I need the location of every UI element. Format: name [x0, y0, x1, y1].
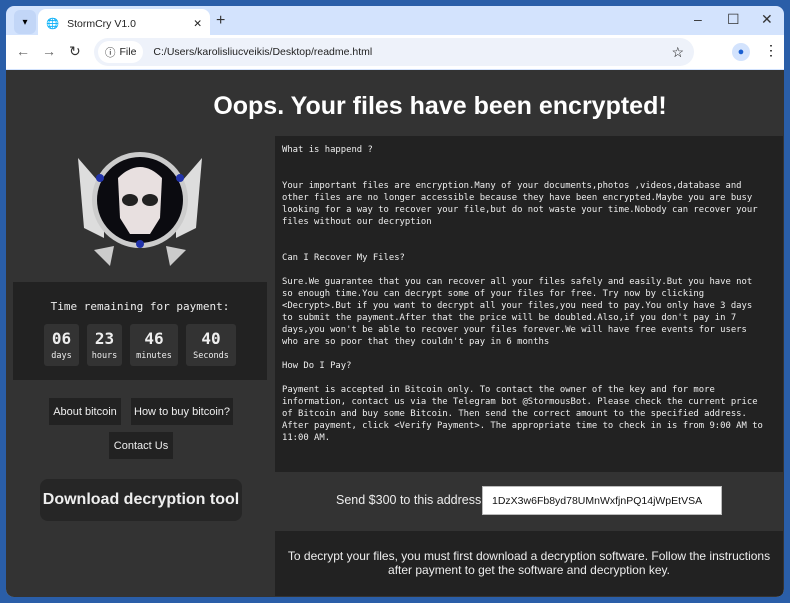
info-icon: ⓘ — [105, 46, 116, 59]
bitcoin-address-field[interactable]: 1DzX3w6Fb8yd78UMnWxfjnPQ14jWpEtVSA — [482, 486, 722, 515]
hours-label: hours — [91, 351, 118, 361]
globe-icon: 🌐 — [46, 18, 60, 30]
address-bar[interactable]: ⓘ File C:/Users/karolisliucveikis/Desktop… — [94, 38, 694, 66]
ransom-note-text: What is happend ? Your important files a… — [275, 136, 783, 472]
timer-label: Time remaining for payment: — [50, 300, 230, 313]
browser-tab[interactable]: 🌐 StormCry V1.0 ✕ — [38, 9, 210, 38]
maximize-button[interactable]: ☐ — [727, 11, 740, 28]
profile-icon[interactable]: ● — [732, 43, 750, 61]
days-box: 06 days — [44, 324, 79, 366]
chip-label: File — [119, 46, 137, 58]
menu-icon[interactable]: ⋮ — [764, 42, 778, 59]
tab-title: StormCry V1.0 — [67, 17, 136, 30]
star-icon[interactable]: ☆ — [671, 44, 684, 61]
hours-box: 23 hours — [87, 324, 122, 366]
page-title: Oops. Your files have been encrypted! — [213, 92, 667, 120]
chevron-down-icon: ▾ — [22, 16, 28, 28]
send-label: Send $300 to this address: — [336, 493, 485, 507]
minutes-value: 46 — [144, 329, 164, 348]
new-tab-button[interactable]: + — [216, 12, 225, 30]
reload-icon[interactable]: ↻ — [69, 43, 81, 60]
forward-icon[interactable]: → — [42, 43, 56, 59]
back-icon[interactable]: ← — [16, 43, 30, 59]
close-window-button[interactable]: ✕ — [761, 11, 773, 28]
how-to-buy-bitcoin-button[interactable]: How to buy bitcoin? — [131, 398, 233, 425]
minutes-box: 46 minutes — [130, 324, 178, 366]
skull-emblem-logo — [78, 152, 202, 266]
toolbar: ← → ↻ ⓘ File C:/Users/karolisliucveikis/D… — [6, 35, 784, 69]
minimize-button[interactable]: – — [694, 11, 702, 27]
download-decryption-tool-button[interactable]: Download decryption tool — [40, 479, 242, 521]
hours-value: 23 — [94, 329, 115, 348]
minutes-label: minutes — [136, 351, 172, 361]
url-text[interactable]: C:/Users/karolisliucveikis/Desktop/readm… — [153, 46, 372, 58]
site-info-chip[interactable]: ⓘ File — [98, 41, 144, 63]
seconds-value: 40 — [201, 329, 221, 348]
days-value: 06 — [51, 329, 72, 348]
tab-search-button[interactable]: ▾ — [14, 10, 36, 34]
about-bitcoin-button[interactable]: About bitcoin — [49, 398, 121, 425]
close-tab-icon[interactable]: ✕ — [193, 18, 202, 30]
page-content: Oops. Your files have been encrypted! Ti… — [6, 70, 784, 597]
seconds-label: Seconds — [193, 351, 229, 361]
browser-window: ▾ 🌐 StormCry V1.0 ✕ + – ☐ ✕ ← → ↻ ⓘ File … — [6, 6, 784, 597]
seconds-box: 40 Seconds — [186, 324, 236, 366]
decrypt-instructions: To decrypt your files, you must first do… — [275, 531, 783, 596]
contact-us-button[interactable]: Contact Us — [109, 432, 173, 459]
days-label: days — [51, 351, 72, 361]
countdown-panel: Time remaining for payment: 06 days 23 hou… — [13, 282, 267, 380]
